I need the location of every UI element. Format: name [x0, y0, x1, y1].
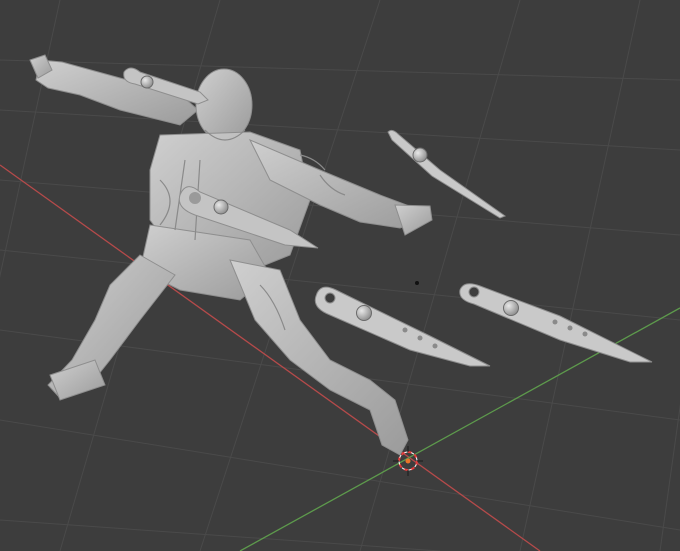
character-head [195, 68, 253, 142]
object-origin-icon[interactable] [356, 305, 372, 321]
3d-viewport[interactable] [0, 0, 680, 551]
object-origin-icon[interactable] [213, 199, 229, 215]
pivot-dot-icon [415, 281, 419, 285]
object-origin-icon[interactable] [412, 147, 428, 163]
object-origin-icon[interactable] [140, 75, 154, 89]
viewport-canvas[interactable] [0, 0, 680, 551]
object-origin-icon[interactable] [503, 300, 519, 316]
active-object-origin-icon [405, 458, 411, 464]
